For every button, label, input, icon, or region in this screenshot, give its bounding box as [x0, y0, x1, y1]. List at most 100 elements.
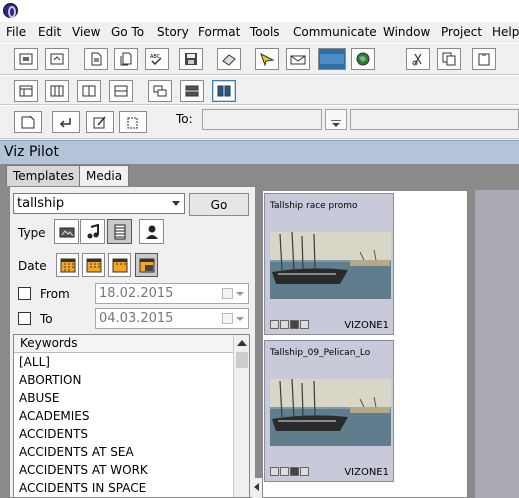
- list-item[interactable]: ACCIDENTS IN SPACE: [19, 481, 146, 495]
- document-icon[interactable]: [84, 48, 108, 70]
- video-icon: [290, 320, 299, 329]
- list-item[interactable]: ACCIDENTS AT SEA: [19, 445, 134, 459]
- from-date-value: 18.02.2015: [99, 286, 174, 301]
- media-result-card[interactable]: Tallship race promo VIZONE1: [264, 193, 394, 335]
- paste-icon[interactable]: [472, 48, 496, 70]
- tile-vertical-icon[interactable]: [212, 80, 236, 102]
- video-icon: [290, 467, 299, 476]
- to-date-checkbox[interactable]: [18, 312, 31, 325]
- keywords-header[interactable]: Keywords: [14, 335, 234, 353]
- new-story-icon[interactable]: [14, 48, 38, 70]
- to-date-label: To: [40, 312, 53, 326]
- keywords-list[interactable]: Keywords [ALL] ABORTION ABUSE ACADEMIES …: [13, 334, 250, 498]
- list-item[interactable]: ABUSE: [19, 391, 59, 405]
- menu-file[interactable]: File: [6, 25, 26, 39]
- return-icon[interactable]: [52, 111, 80, 133]
- story-toolbar: To:: [0, 105, 519, 139]
- from-date-checkbox[interactable]: [18, 287, 31, 300]
- card-title: Tallship_09_Pelican_Lo: [270, 348, 371, 358]
- type-label: Type: [18, 226, 46, 240]
- calendar-month-icon[interactable]: [108, 253, 131, 277]
- chevron-down-icon[interactable]: [236, 317, 244, 321]
- list-item[interactable]: ABORTION: [19, 373, 81, 387]
- card-media-type-icons: [270, 320, 309, 329]
- calendar-range-icon[interactable]: [135, 253, 158, 277]
- scroll-left-icon[interactable]: [252, 478, 262, 498]
- scroll-thumb[interactable]: [236, 352, 248, 368]
- chevron-down-icon[interactable]: [236, 292, 244, 296]
- card-title: Tallship race promo: [270, 201, 358, 211]
- send-icon[interactable]: [255, 48, 279, 70]
- person-type-icon[interactable]: [139, 219, 164, 244]
- app-logo-icon[interactable]: [3, 3, 18, 18]
- from-date-field[interactable]: 18.02.2015: [95, 283, 249, 304]
- image-icon: [270, 320, 279, 329]
- list-item[interactable]: ACCIDENTS AT WORK: [19, 463, 148, 477]
- panel-title: Viz Pilot: [4, 144, 59, 160]
- layout-toolbar: [0, 75, 519, 105]
- mail-icon[interactable]: [286, 48, 310, 70]
- new-note-icon[interactable]: [14, 111, 42, 133]
- list-item[interactable]: [ALL]: [19, 355, 50, 369]
- menu-window[interactable]: Window: [383, 25, 430, 39]
- to-label: To:: [176, 112, 193, 126]
- tile-horizontal-icon[interactable]: [180, 80, 204, 102]
- audio-icon: [280, 467, 289, 476]
- cascade-windows-icon[interactable]: [148, 80, 172, 102]
- layout-columns-icon[interactable]: [45, 80, 69, 102]
- list-item[interactable]: ACADEMIES: [19, 409, 90, 423]
- menu-edit[interactable]: Edit: [38, 25, 61, 39]
- media-result-card[interactable]: Tallship_09_Pelican_Lo VIZONE1: [264, 340, 394, 482]
- tab-media[interactable]: Media: [79, 165, 130, 187]
- cut-icon[interactable]: [406, 48, 430, 70]
- video-type-icon[interactable]: [107, 219, 132, 244]
- eraser-icon[interactable]: [217, 48, 241, 70]
- audio-icon: [280, 320, 289, 329]
- copy-icon[interactable]: [437, 48, 461, 70]
- image-icon: [270, 467, 279, 476]
- menu-bar: File Edit View Go To Story Format Tools …: [0, 22, 519, 43]
- calendar-week-icon[interactable]: [82, 253, 105, 277]
- spellcheck-icon[interactable]: ABC: [145, 48, 169, 70]
- delete-note-icon[interactable]: [119, 111, 147, 133]
- search-input[interactable]: tallship: [13, 193, 185, 214]
- calendar-icon[interactable]: [222, 313, 233, 324]
- to-dropdown-button[interactable]: [325, 109, 347, 130]
- image-type-icon[interactable]: [54, 219, 79, 244]
- menu-format[interactable]: Format: [198, 25, 240, 39]
- layout-rows-icon[interactable]: [109, 80, 133, 102]
- to-date-value: 04.03.2015: [99, 311, 174, 326]
- search-query: tallship: [17, 196, 65, 211]
- card-media-type-icons: [270, 467, 309, 476]
- save-icon[interactable]: [179, 48, 203, 70]
- person-icon: [300, 320, 309, 329]
- calendar-day-icon[interactable]: [56, 253, 79, 277]
- layout-grid-icon[interactable]: [14, 80, 38, 102]
- copy-document-icon[interactable]: [114, 48, 138, 70]
- scroll-up-icon[interactable]: [237, 340, 247, 346]
- refresh-icon[interactable]: [45, 48, 69, 70]
- list-item[interactable]: ACCIDENTS: [19, 427, 88, 441]
- globe-icon[interactable]: [351, 48, 375, 70]
- person-icon: [300, 467, 309, 476]
- menu-project[interactable]: Project: [441, 25, 482, 39]
- layout-split-icon[interactable]: [77, 80, 101, 102]
- preview-monitor-icon[interactable]: [318, 48, 346, 70]
- go-button[interactable]: Go: [189, 193, 249, 216]
- menu-tools[interactable]: Tools: [250, 25, 280, 39]
- main-toolbar: ABC: [0, 43, 519, 75]
- tab-templates[interactable]: Templates: [6, 165, 82, 186]
- calendar-icon[interactable]: [222, 288, 233, 299]
- menu-story[interactable]: Story: [157, 25, 189, 39]
- to-date-field[interactable]: 04.03.2015: [95, 308, 249, 329]
- menu-communicate[interactable]: Communicate: [293, 25, 377, 39]
- to-field[interactable]: [202, 109, 322, 130]
- chevron-down-icon[interactable]: [172, 201, 180, 206]
- menu-view[interactable]: View: [72, 25, 100, 39]
- edit-note-icon[interactable]: [86, 111, 114, 133]
- keywords-scrollbar[interactable]: [233, 335, 249, 497]
- to-target-field[interactable]: [350, 109, 519, 130]
- menu-go-to[interactable]: Go To: [111, 25, 144, 39]
- audio-type-icon[interactable]: [80, 219, 105, 244]
- menu-help[interactable]: Help: [492, 25, 519, 39]
